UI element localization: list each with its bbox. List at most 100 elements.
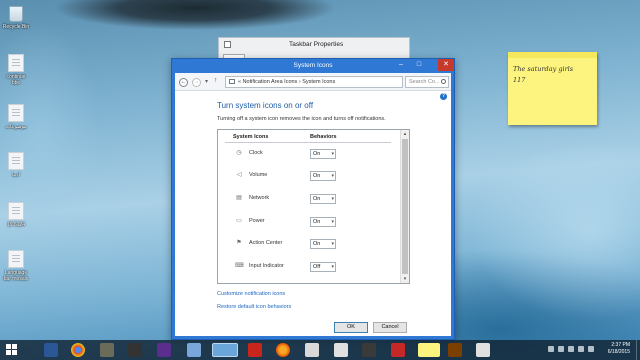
select-value: On	[313, 173, 321, 179]
content-pane: ? Turn system icons on or off Turning of…	[175, 91, 451, 336]
app-icon[interactable]	[448, 343, 462, 357]
scrollbar-thumb[interactable]	[402, 139, 408, 274]
app-icon[interactable]	[334, 343, 348, 357]
cancel-button[interactable]: Cancel	[373, 322, 407, 333]
volume-icon: ◁	[236, 172, 242, 178]
select-value: On	[313, 219, 321, 225]
minimize-button[interactable]: –	[393, 59, 409, 71]
desktop-icon-label: موضوعات	[5, 124, 27, 130]
tray-icon[interactable]	[578, 346, 584, 352]
media-player-icon[interactable]	[128, 343, 142, 357]
close-button[interactable]: ✕	[438, 59, 454, 71]
desktop-icon-file[interactable]: ادبيا	[2, 152, 30, 178]
customize-notification-icons-link[interactable]: Customize notification icons	[217, 291, 285, 297]
show-desktop-button[interactable]	[636, 340, 640, 360]
system-icons-window: System Icons – □ ✕ ← → ▾ ↑ « Notificatio…	[171, 58, 455, 340]
search-placeholder: Search Co...	[409, 79, 440, 85]
list-item-label: Volume	[249, 172, 268, 178]
help-icon[interactable]: ?	[440, 93, 447, 100]
tray-icon[interactable]	[588, 346, 594, 352]
list-item-label: Action Center	[249, 240, 283, 246]
clock[interactable]: 2:37 PM 6/18/2015	[608, 342, 630, 356]
search-input[interactable]: Search Co...	[405, 76, 449, 88]
behavior-select[interactable]: Off ▾	[310, 262, 336, 272]
page-description: Turning off a system icon removes the ic…	[217, 116, 386, 122]
desktop-icon-label: ادبيا	[11, 172, 21, 178]
maximize-button[interactable]: □	[411, 59, 427, 71]
app-icon[interactable]	[476, 343, 490, 357]
recent-dropdown-icon[interactable]: ▾	[205, 78, 208, 85]
desktop-icon-file[interactable]: continue bbe	[2, 54, 30, 86]
header-divider	[225, 142, 391, 143]
title-bar[interactable]: System Icons – □ ✕	[172, 59, 454, 73]
list-item: ▭ Power On ▾	[233, 216, 398, 228]
behavior-select[interactable]: On ▾	[310, 217, 336, 227]
system-icons-list[interactable]: System Icons Behaviors ◷ Clock On ▾ ◁ Vol…	[217, 129, 410, 284]
acrobat-icon[interactable]	[248, 343, 262, 357]
app-icon[interactable]	[305, 343, 319, 357]
tray-icon[interactable]	[548, 346, 554, 352]
list-item-label: Clock	[249, 150, 263, 156]
scrollbar[interactable]: ▴ ▾	[400, 130, 409, 283]
address-bar: ← → ▾ ↑ « Notification Area Icons › Syst…	[175, 73, 451, 91]
column-header-icons: System Icons	[233, 134, 269, 140]
behavior-select[interactable]: On ▾	[310, 171, 336, 181]
forward-button[interactable]: →	[192, 78, 201, 87]
document-icon	[8, 152, 24, 170]
app-icon[interactable]	[362, 343, 376, 357]
firefox-icon[interactable]	[276, 343, 290, 357]
ok-button[interactable]: OK	[334, 322, 368, 333]
select-value: On	[313, 241, 321, 247]
word-icon[interactable]	[44, 343, 58, 357]
document-icon	[8, 104, 24, 122]
back-button[interactable]: ←	[179, 78, 188, 87]
clock-date: 6/18/2015	[607, 349, 630, 355]
document-icon	[8, 202, 24, 220]
desktop-icon-recycle-bin[interactable]: Recycle Bin	[2, 6, 30, 30]
list-item: ⚑ Action Center On ▾	[233, 238, 398, 250]
window-icon	[224, 41, 231, 48]
start-button[interactable]	[6, 344, 18, 356]
select-value: On	[313, 196, 321, 202]
tray-icon[interactable]	[558, 346, 564, 352]
chevron-down-icon: ▾	[331, 241, 334, 247]
up-arrow-icon[interactable]: ↑	[214, 77, 218, 84]
control-panel-taskbar-button[interactable]	[212, 343, 238, 357]
control-panel-icon	[229, 79, 235, 84]
sticky-notes-icon[interactable]	[418, 343, 440, 357]
behavior-select[interactable]: On ▾	[310, 239, 336, 249]
keyboard-icon: ⌨	[235, 263, 244, 269]
app-icon[interactable]	[157, 343, 171, 357]
chevron-down-icon: ▾	[331, 173, 334, 179]
behavior-select[interactable]: On ▾	[310, 149, 336, 159]
scroll-up-icon[interactable]: ▴	[401, 130, 409, 138]
scroll-down-icon[interactable]: ▾	[401, 275, 409, 283]
document-icon	[8, 54, 24, 72]
list-item-label: Input Indicator	[249, 263, 284, 269]
desktop-icon-file[interactable]: 19 6124	[2, 202, 30, 228]
notepad-icon[interactable]	[187, 343, 201, 357]
app-icon[interactable]	[391, 343, 405, 357]
desktop-icon-label: Recycle Bin	[2, 24, 30, 30]
word-document-icon[interactable]	[100, 343, 114, 357]
breadcrumb-text: « Notification Area Icons › System Icons	[238, 79, 336, 85]
taskbar: 2:37 PM 6/18/2015	[0, 340, 640, 360]
tray-icon[interactable]	[568, 346, 574, 352]
desktop-icon-file[interactable]: Language bar mosaic	[2, 250, 30, 282]
clock-time: 2:37 PM	[611, 342, 630, 348]
breadcrumb[interactable]: « Notification Area Icons › System Icons	[225, 76, 403, 88]
desktop-icon-label: Language bar mosaic	[3, 270, 29, 282]
desktop-icon-file[interactable]: موضوعات	[2, 104, 30, 130]
chrome-icon[interactable]	[71, 343, 85, 357]
page-title: Turn system icons on or off	[217, 101, 314, 110]
list-item: ▤ Network On ▾	[233, 193, 398, 205]
list-item: ◁ Volume On ▾	[233, 170, 398, 182]
sticky-note[interactable]: The saturday girls 117	[508, 52, 597, 125]
desktop-icon-label: 19 6124	[6, 222, 26, 228]
list-item: ◷ Clock On ▾	[233, 148, 398, 160]
restore-default-behaviors-link[interactable]: Restore default icon behaviors	[217, 304, 291, 310]
sticky-note-line: The saturday girls	[513, 65, 574, 73]
behavior-select[interactable]: On ▾	[310, 194, 336, 204]
desktop-icon-label: continue bbe	[6, 74, 26, 86]
list-item-label: Network	[249, 195, 270, 201]
